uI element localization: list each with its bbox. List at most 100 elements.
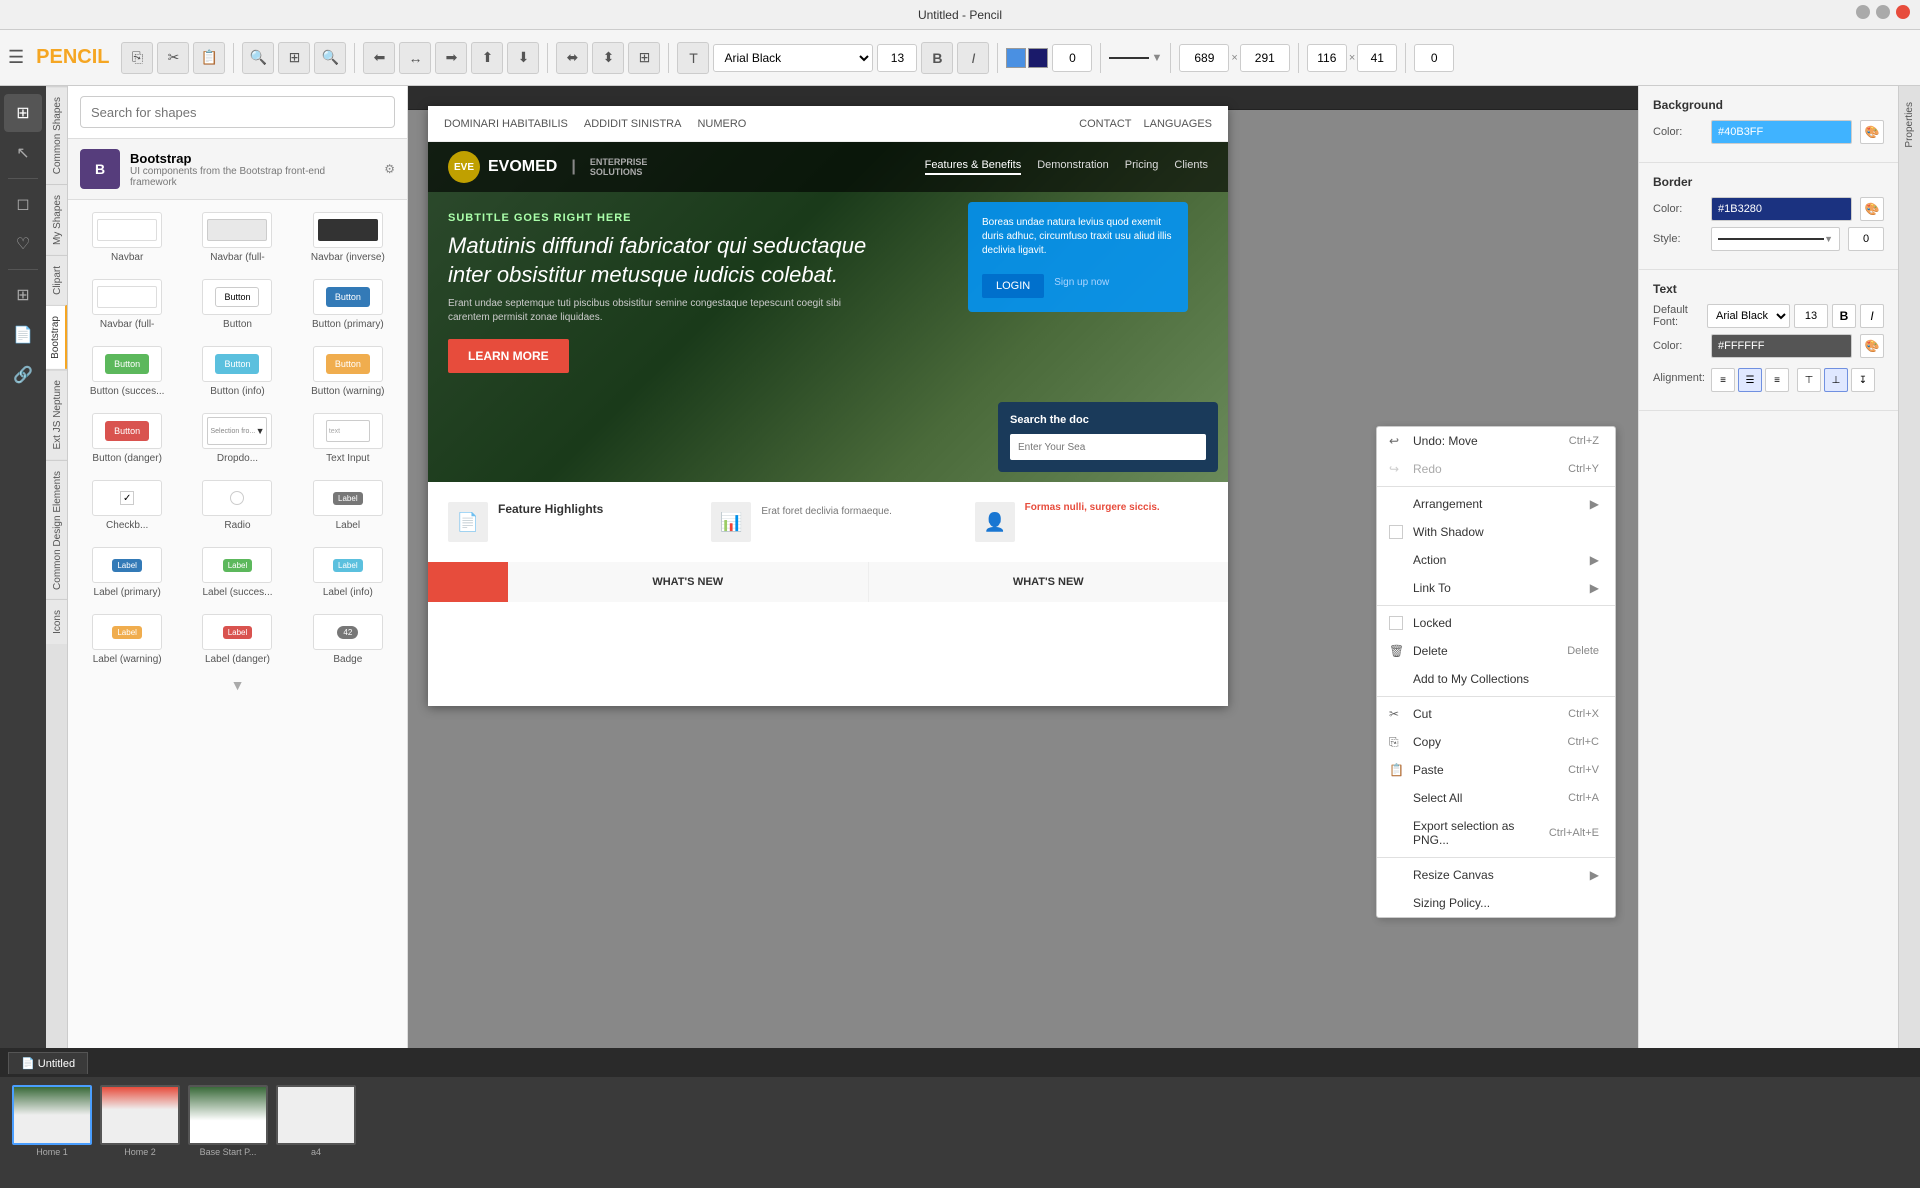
signup-link[interactable]: Sign up now [1054,277,1109,288]
border-color-picker-button[interactable]: 🎨 [1860,197,1884,221]
vtab-common-shapes[interactable]: Common Shapes [46,86,67,184]
minimize-button[interactable] [1856,5,1870,19]
page-icon[interactable]: 📄 [4,316,42,354]
align-bottom-button[interactable]: ↧ [1851,368,1875,392]
shape-badge[interactable]: 42 Badge [297,610,399,669]
cm-link-to[interactable]: Link To ▶ [1377,574,1615,602]
cm-copy[interactable]: ⎘ Copy Ctrl+C [1377,728,1615,756]
shape-button-default[interactable]: Button Button [186,275,288,334]
search-input[interactable] [80,96,395,128]
shape-button-primary[interactable]: Button Button (primary) [297,275,399,334]
clipart-icon[interactable]: ⊞ [4,276,42,314]
shape-label-primary[interactable]: Label Label (primary) [76,543,178,602]
close-button[interactable] [1896,5,1910,19]
shape-text-input[interactable]: text Text Input [297,409,399,468]
cm-locked[interactable]: Locked [1377,609,1615,637]
maximize-button[interactable] [1876,5,1890,19]
canvas-area[interactable]: DOMINARI HABITABILIS ADDIDIT SINISTRA NU… [408,86,1638,1048]
vtab-my-shapes[interactable]: My Shapes [46,184,67,255]
cm-delete[interactable]: 🗑 Delete Delete [1377,637,1615,665]
align-left-button[interactable]: ≡ [1711,368,1735,392]
cm-undo[interactable]: ↩ Undo: Move Ctrl+Z [1377,427,1615,455]
copy-button[interactable]: ⎘ [121,42,153,74]
align-center-button[interactable]: ☰ [1738,368,1762,392]
search-doc-input[interactable] [1010,434,1206,460]
cm-paste[interactable]: 📋 Paste Ctrl+V [1377,756,1615,784]
pos-y-input[interactable] [1357,44,1397,72]
vtab-bootstrap[interactable]: Bootstrap [46,305,67,369]
shape-button-warning[interactable]: Button Button (warning) [297,342,399,401]
thumbnail-a4[interactable] [276,1085,356,1145]
cm-with-shadow[interactable]: With Shadow [1377,518,1615,546]
zoom-in-button[interactable]: 🔍 [314,42,346,74]
align-right-button[interactable]: ≡ [1765,368,1789,392]
align-top-button[interactable]: ⬆ [471,42,503,74]
shapes-icon[interactable]: ◻ [4,185,42,223]
align-top-button[interactable]: ⊤ [1797,368,1821,392]
shape-label-danger[interactable]: Label Label (danger) [186,610,288,669]
thumbnail-home1[interactable] [12,1085,92,1145]
font-select[interactable]: Arial Black [1707,304,1790,328]
shape-navbar-full[interactable]: Navbar (full- [186,208,288,267]
cut-button[interactable]: ✂ [157,42,189,74]
cm-sizing-policy[interactable]: Sizing Policy... [1377,889,1615,917]
italic-button[interactable]: I [957,42,989,74]
height-input[interactable] [1240,44,1290,72]
menu-button[interactable]: ☰ [8,47,24,68]
align-center-button[interactable]: ↔ [399,42,431,74]
font-size-display[interactable]: 13 [1794,304,1828,328]
my-shapes-icon[interactable]: ♡ [4,225,42,263]
bold-button[interactable]: B [921,42,953,74]
shape-button-info[interactable]: Button Button (info) [186,342,288,401]
vtab-clipart[interactable]: Clipart [46,255,67,305]
text-format-button[interactable]: T [677,42,709,74]
distribute-h-button[interactable]: ⬌ [556,42,588,74]
text-color-box[interactable] [1006,48,1026,68]
shape-navbar-inverse[interactable]: Navbar (inverse) [297,208,399,267]
fill-color-box[interactable] [1028,48,1048,68]
cm-arrangement[interactable]: Arrangement ▶ [1377,490,1615,518]
vtab-design-elements[interactable]: Common Design Elements [46,460,67,600]
font-family-select[interactable]: Arial Black [713,44,873,72]
bottom-tab-untitled[interactable]: 📄 Untitled [8,1052,88,1074]
shape-label-info[interactable]: Label Label (info) [297,543,399,602]
bg-color-field[interactable]: #40B3FF [1711,120,1852,144]
shape-dropdown[interactable]: Selection fro... ▼ Dropdo... [186,409,288,468]
width-input[interactable] [1179,44,1229,72]
cm-select-all[interactable]: Select All Ctrl+A [1377,784,1615,812]
border-color-field[interactable]: #1B3280 [1711,197,1852,221]
shape-radio[interactable]: Radio [186,476,288,535]
login-button[interactable]: LOGIN [982,274,1044,298]
rotation-input[interactable] [1414,44,1454,72]
select-tool[interactable]: ↖ [4,134,42,172]
hero-cta-button[interactable]: LEARN MORE [448,339,569,373]
shape-button-danger[interactable]: Button Button (danger) [76,409,178,468]
cm-resize-canvas[interactable]: Resize Canvas ▶ [1377,861,1615,889]
italic-text-button[interactable]: I [1860,304,1884,328]
cm-action[interactable]: Action ▶ [1377,546,1615,574]
border-width-input[interactable]: 0 [1848,227,1884,251]
bg-color-picker-button[interactable]: 🎨 [1860,120,1884,144]
border-style-select[interactable]: ▼ [1711,227,1840,251]
zoom-out-button[interactable]: 🔍 [242,42,274,74]
vtab-extjs[interactable]: Ext JS Neptune [46,369,67,459]
shape-label-success[interactable]: Label Label (succes... [186,543,288,602]
cm-add-to-collections[interactable]: Add to My Collections [1377,665,1615,693]
vtab-icons[interactable]: Icons [46,599,67,644]
cm-export-png[interactable]: Export selection as PNG... Ctrl+Alt+E [1377,812,1615,854]
bootstrap-settings-icon[interactable]: ⚙ [384,162,395,176]
zoom-fit-button[interactable]: ⊞ [278,42,310,74]
thumbnail-home2[interactable] [100,1085,180,1145]
shape-navbar-full2[interactable]: Navbar (full- [76,275,178,334]
pos-x-input[interactable] [1307,44,1347,72]
text-color-picker-button[interactable]: 🎨 [1860,334,1884,358]
properties-label[interactable]: Properties [1900,94,1919,156]
font-size-input[interactable] [877,44,917,72]
shape-button-success[interactable]: Button Button (succes... [76,342,178,401]
shapes-panel-toggle[interactable]: ⊞ [4,94,42,132]
opacity-input[interactable] [1052,44,1092,72]
link-icon[interactable]: 🔗 [4,356,42,394]
paste-button[interactable]: 📋 [193,42,225,74]
align-bottom-button[interactable]: ⬇ [507,42,539,74]
thumbnail-base-start[interactable] [188,1085,268,1145]
